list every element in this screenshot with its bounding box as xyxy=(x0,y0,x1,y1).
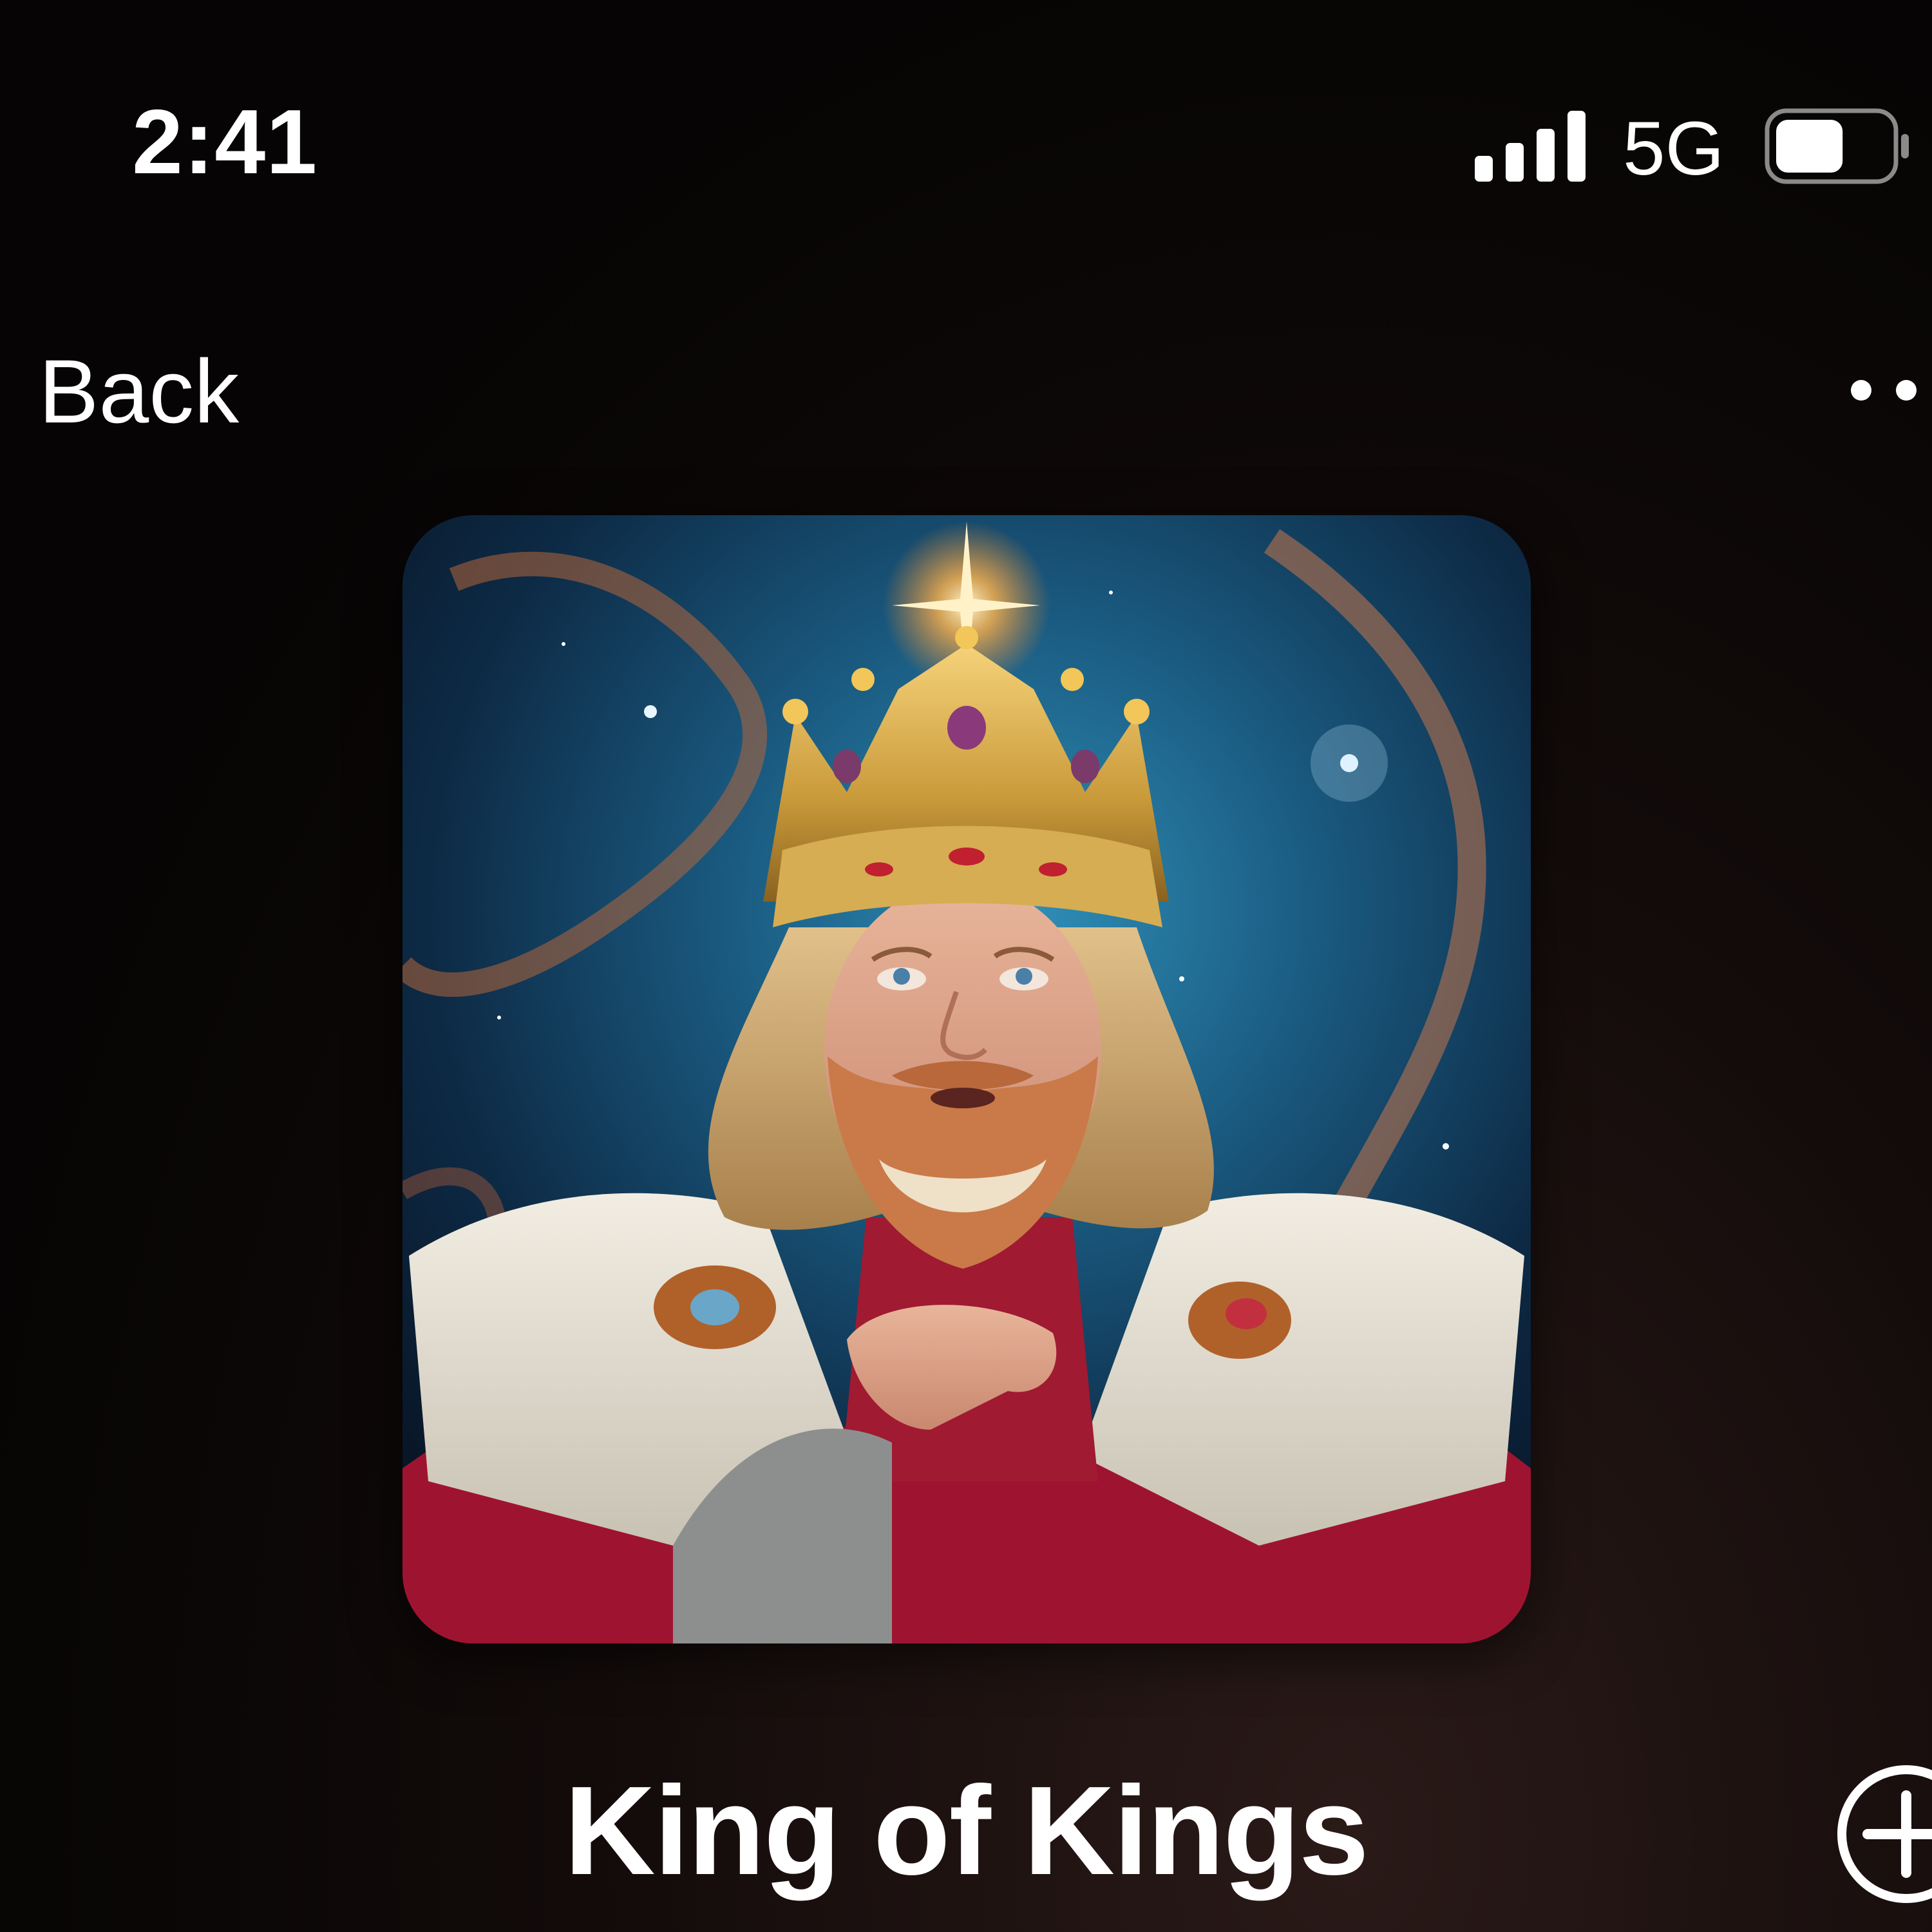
add-circle-icon[interactable] xyxy=(1829,1757,1932,1911)
battery-icon xyxy=(1765,108,1909,184)
more-dots-icon[interactable] xyxy=(1842,372,1932,408)
cellular-signal-icon xyxy=(1475,111,1586,182)
network-type: 5G xyxy=(1623,106,1725,191)
back-button[interactable]: Back xyxy=(39,346,239,437)
status-time: 2:41 xyxy=(132,91,318,193)
album-artwork xyxy=(402,515,1531,1643)
track-title: King of Kings xyxy=(564,1760,1369,1901)
